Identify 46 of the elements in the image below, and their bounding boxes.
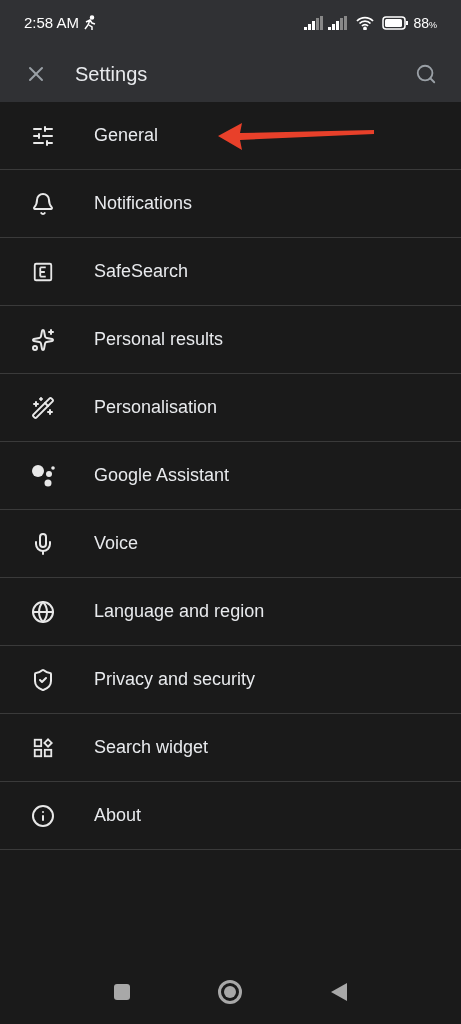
- battery-icon: [382, 16, 410, 30]
- widgets-icon: [32, 736, 54, 759]
- settings-item[interactable]: Search widget: [0, 714, 461, 782]
- item-label: Personal results: [94, 328, 224, 351]
- status-time: 2:58 AM: [24, 12, 80, 33]
- settings-item[interactable]: Google Assistant: [0, 442, 461, 510]
- home-button[interactable]: [217, 980, 242, 1004]
- item-label: SafeSearch: [94, 260, 189, 283]
- battery-level: 88%: [413, 13, 437, 33]
- shield-check-icon: [31, 667, 55, 692]
- info-icon: [31, 803, 55, 828]
- bell-icon: [31, 191, 55, 216]
- settings-item[interactable]: SafeSearch: [0, 238, 461, 306]
- letter-box-icon: [32, 260, 54, 283]
- magic-wand-icon: [31, 395, 55, 420]
- settings-item[interactable]: Language and region: [0, 578, 461, 646]
- settings-item[interactable]: Personalisation: [0, 374, 461, 442]
- wifi-icon: [356, 16, 375, 30]
- item-label: Notifications: [94, 192, 193, 215]
- item-label: Search widget: [94, 736, 209, 759]
- settings-item[interactable]: Notifications: [0, 170, 461, 238]
- sliders-icon: [31, 123, 55, 148]
- item-label: General: [94, 124, 159, 147]
- settings-item[interactable]: Privacy and security: [0, 646, 461, 714]
- item-label: Google Assistant: [94, 464, 230, 487]
- app-bar-title: Settings: [75, 62, 148, 87]
- item-label: Language and region: [94, 600, 265, 623]
- settings-item[interactable]: General: [0, 102, 461, 170]
- item-label: Privacy and security: [94, 668, 256, 691]
- item-label: Voice: [94, 532, 139, 555]
- signal-icon: [304, 16, 325, 30]
- item-label: About: [94, 804, 142, 827]
- signal-icon: [328, 16, 349, 30]
- back-icon: [329, 982, 348, 1002]
- sparkles-icon: [31, 327, 55, 352]
- runner-icon: [83, 15, 98, 31]
- settings-item[interactable]: Personal results: [0, 306, 461, 374]
- search-button[interactable]: [415, 63, 437, 85]
- dots-icon: [30, 462, 56, 489]
- globe-icon: [31, 599, 55, 624]
- item-label: Personalisation: [94, 396, 218, 419]
- settings-item[interactable]: Voice: [0, 510, 461, 578]
- search-icon: [415, 63, 437, 85]
- settings-item[interactable]: About: [0, 782, 461, 850]
- recents-button[interactable]: [113, 984, 130, 1000]
- back-button[interactable]: [329, 982, 348, 1002]
